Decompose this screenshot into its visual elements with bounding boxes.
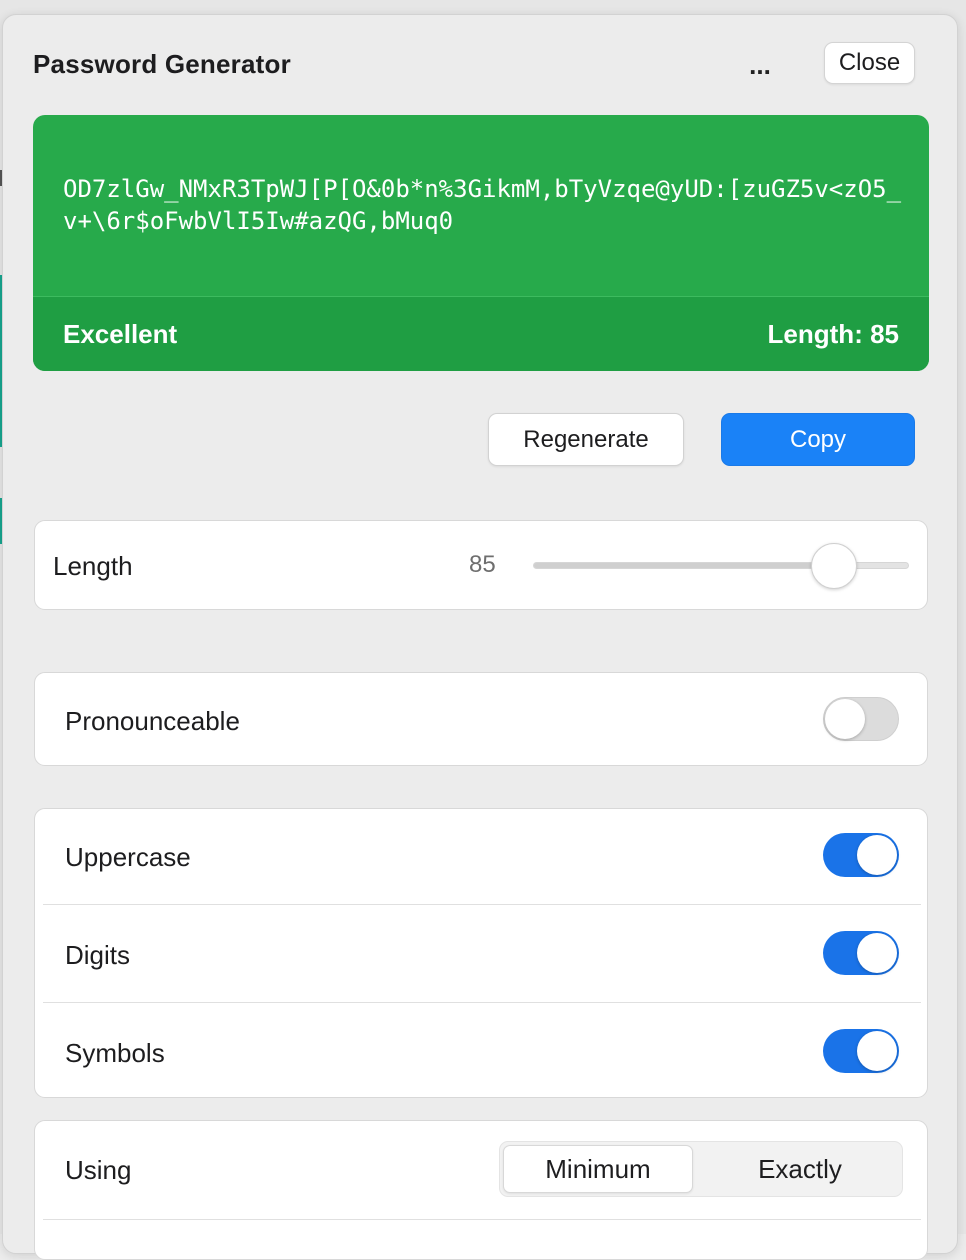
- regenerate-button[interactable]: Regenerate: [488, 413, 684, 466]
- copy-button[interactable]: Copy: [721, 413, 915, 466]
- generated-password[interactable]: OD7zlGw_NMxR3TpWJ[P[O&0b*n%3GikmM,bTyVzq…: [63, 173, 903, 237]
- length-slider-thumb[interactable]: [810, 543, 857, 589]
- toggle-knob: [825, 699, 865, 739]
- strength-label: Excellent: [63, 319, 178, 349]
- using-segmented-control: Minimum Exactly: [499, 1141, 903, 1197]
- uppercase-toggle[interactable]: [823, 833, 899, 877]
- pronounceable-card: Pronounceable: [34, 672, 928, 766]
- close-button[interactable]: Close: [824, 42, 915, 84]
- row-divider: [43, 1219, 921, 1220]
- pronounceable-label: Pronounceable: [65, 706, 240, 736]
- toggle-knob: [857, 933, 897, 973]
- using-card: Using Minimum Exactly: [34, 1120, 928, 1260]
- using-label: Using: [65, 1155, 132, 1185]
- length-value: 85: [469, 551, 496, 578]
- symbols-toggle[interactable]: [823, 1029, 899, 1073]
- length-setting-card: Length 85: [34, 520, 928, 610]
- toggle-knob: [857, 1031, 897, 1071]
- pronounceable-toggle[interactable]: [823, 697, 899, 741]
- more-options-button[interactable]: ...: [737, 49, 783, 81]
- password-strength-bar: Excellent Length: 85: [33, 296, 929, 371]
- character-options-card: Uppercase Digits Symbols: [34, 808, 928, 1098]
- length-slider-fill: [534, 563, 835, 568]
- segment-exactly[interactable]: Exactly: [705, 1145, 895, 1193]
- password-length-label: Length: 85: [767, 319, 899, 349]
- toggle-knob: [857, 835, 897, 875]
- panel-title: Password Generator: [33, 49, 291, 79]
- digits-label: Digits: [65, 940, 131, 970]
- symbols-label: Symbols: [65, 1038, 165, 1068]
- uppercase-label: Uppercase: [65, 842, 191, 872]
- segment-minimum[interactable]: Minimum: [503, 1145, 693, 1193]
- row-divider: [43, 1002, 921, 1003]
- password-generator-panel: Password Generator ... Close OD7zlGw_NMx…: [2, 14, 958, 1260]
- digits-toggle[interactable]: [823, 931, 899, 975]
- row-divider: [43, 904, 921, 905]
- password-display: OD7zlGw_NMxR3TpWJ[P[O&0b*n%3GikmM,bTyVzq…: [33, 115, 929, 371]
- length-label: Length: [53, 551, 133, 581]
